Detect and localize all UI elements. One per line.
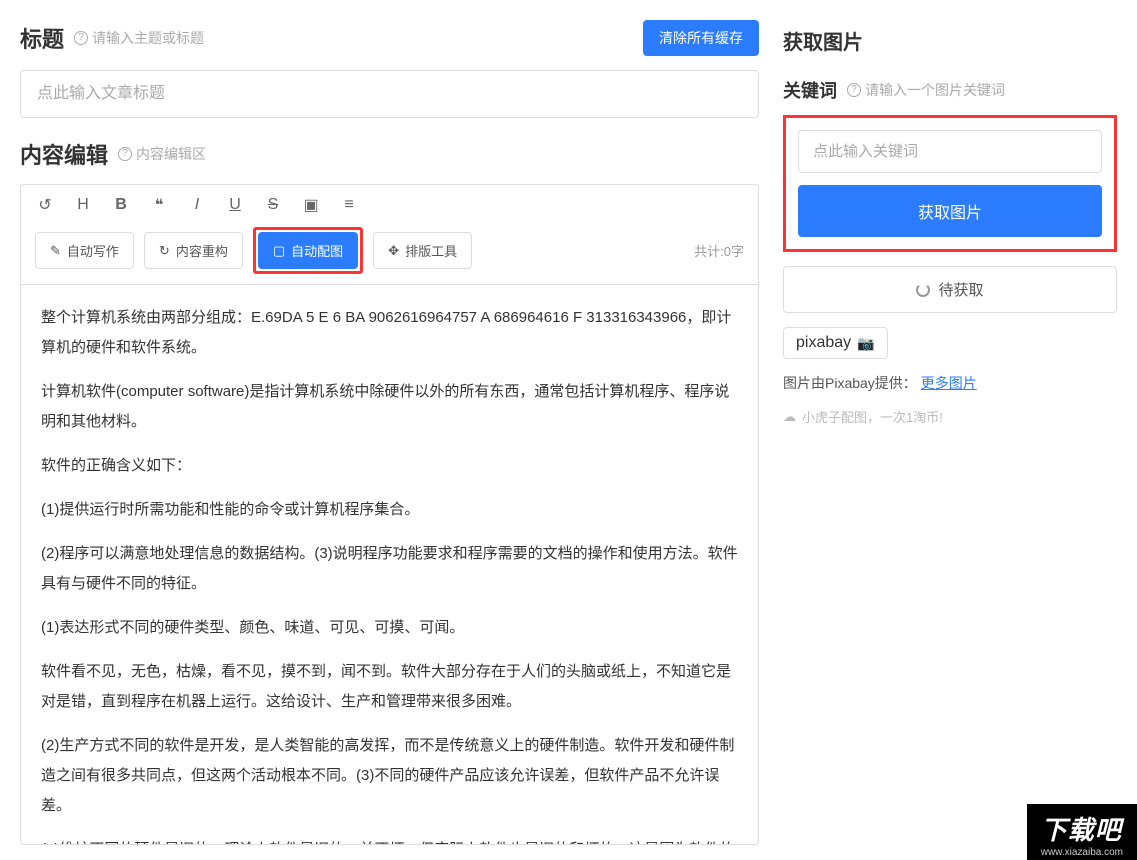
keyword-input[interactable] [798, 130, 1102, 173]
highlight-box-keyword: 获取图片 [783, 115, 1117, 252]
undo-icon[interactable]: ↺ [35, 195, 55, 215]
watermark-text: 下载吧 [1041, 810, 1123, 847]
image-icon[interactable]: ▣ [301, 195, 321, 215]
auto-write-button[interactable]: ✎ 自动写作 [35, 232, 134, 269]
bold-icon[interactable]: B [111, 195, 131, 215]
editor-paragraph: (1)表达形式不同的硬件类型、颜色、味道、可见、可摸、可闻。 [41, 613, 738, 643]
editor-paragraph: (2)生产方式不同的软件是开发，是人类智能的高发挥，而不是传统意义上的硬件制造。… [41, 731, 738, 821]
clear-cache-button[interactable]: 清除所有缓存 [643, 20, 759, 56]
auto-image-button[interactable]: ▢ 自动配图 [258, 232, 358, 269]
info-icon: ? [74, 31, 88, 45]
cloud-icon: ☁ [783, 409, 796, 425]
credit-line: 图片由Pixabay提供： 更多图片 [783, 373, 1117, 393]
quote-icon[interactable]: ❝ [149, 195, 169, 215]
image-icon: ▢ [273, 243, 285, 259]
title-hint: ? 请输入主题或标题 [74, 28, 204, 48]
restructure-button[interactable]: ↻ 内容重构 [144, 232, 243, 269]
italic-icon[interactable]: I [187, 195, 207, 215]
info-icon: ? [847, 83, 861, 97]
editor-paragraph: 整个计算机系统由两部分组成：E.69DA 5 E 6 BA 9062616964… [41, 303, 738, 363]
editor-toolbar: ↺ H B ❝ I U S ▣ ≡ ✎ 自动写作 ↻ 内容重构 [20, 184, 759, 285]
watermark: 下载吧 www.xiazaiba.com [1027, 804, 1137, 860]
pixabay-badge: pixabay 📷 [783, 327, 888, 359]
spinner-icon [916, 283, 930, 297]
main-editor-column: 标题 ? 请输入主题或标题 清除所有缓存 内容编辑 ? 内容编辑区 ↺ H B … [20, 20, 759, 845]
article-title-input[interactable] [20, 70, 759, 118]
watermark-url: www.xiazaiba.com [1041, 847, 1123, 858]
action-toolbar-row: ✎ 自动写作 ↻ 内容重构 ▢ 自动配图 ✥ 排版工具 共计:0字 [35, 227, 744, 274]
fetch-image-button[interactable]: 获取图片 [798, 185, 1102, 237]
editor-content[interactable]: 整个计算机系统由两部分组成：E.69DA 5 E 6 BA 9062616964… [20, 285, 759, 845]
word-count: 共计:0字 [694, 241, 744, 260]
strikethrough-icon[interactable]: S [263, 195, 283, 215]
editor-paragraph: (4)维护不同的硬件是旧的，理论上软件是旧的，并不坏，但实际上软件也是旧的和坏的… [41, 835, 738, 845]
camera-icon: 📷 [857, 335, 874, 352]
info-icon: ? [118, 147, 132, 161]
editor-paragraph: 软件看不见，无色，枯燥，看不见，摸不到，闻不到。软件大部分存在于人们的头脑或纸上… [41, 657, 738, 717]
footer-hint: ☁ 小虎子配图，一次1淘币! [783, 407, 1117, 426]
heading-icon[interactable]: H [73, 195, 93, 215]
layout-tool-button[interactable]: ✥ 排版工具 [373, 232, 472, 269]
more-images-link[interactable]: 更多图片 [921, 375, 977, 391]
format-toolbar-row: ↺ H B ❝ I U S ▣ ≡ [35, 195, 744, 215]
underline-icon[interactable]: U [225, 195, 245, 215]
editor-paragraph: 计算机软件(computer software)是指计算机系统中除硬件以外的所有… [41, 377, 738, 437]
keyword-header: 关键词 ? 请输入一个图片关键词 [783, 77, 1117, 103]
editor-paragraph: (1)提供运行时所需功能和性能的命令或计算机程序集合。 [41, 495, 738, 525]
title-label: 标题 [20, 22, 64, 54]
editor-label: 内容编辑 [20, 138, 108, 170]
pencil-icon: ✎ [50, 243, 61, 259]
keyword-label: 关键词 [783, 77, 837, 103]
editor-paragraph: (2)程序可以满意地处理信息的数据结构。(3)说明程序功能要求和程序需要的文档的… [41, 539, 738, 599]
panel-title: 获取图片 [783, 26, 1117, 55]
highlight-box-auto-image: ▢ 自动配图 [253, 227, 363, 274]
align-icon[interactable]: ≡ [339, 195, 359, 215]
pending-button[interactable]: 待获取 [783, 266, 1117, 313]
image-fetch-panel: 获取图片 关键词 ? 请输入一个图片关键词 获取图片 待获取 pixabay 📷… [783, 20, 1117, 845]
editor-section-header: 内容编辑 ? 内容编辑区 [20, 138, 759, 170]
keyword-hint: ? 请输入一个图片关键词 [847, 80, 1005, 100]
title-section-header: 标题 ? 请输入主题或标题 清除所有缓存 [20, 20, 759, 56]
refresh-icon: ↻ [159, 243, 170, 259]
tool-icon: ✥ [388, 243, 399, 259]
editor-paragraph: 软件的正确含义如下： [41, 451, 738, 481]
editor-hint: ? 内容编辑区 [118, 144, 206, 164]
